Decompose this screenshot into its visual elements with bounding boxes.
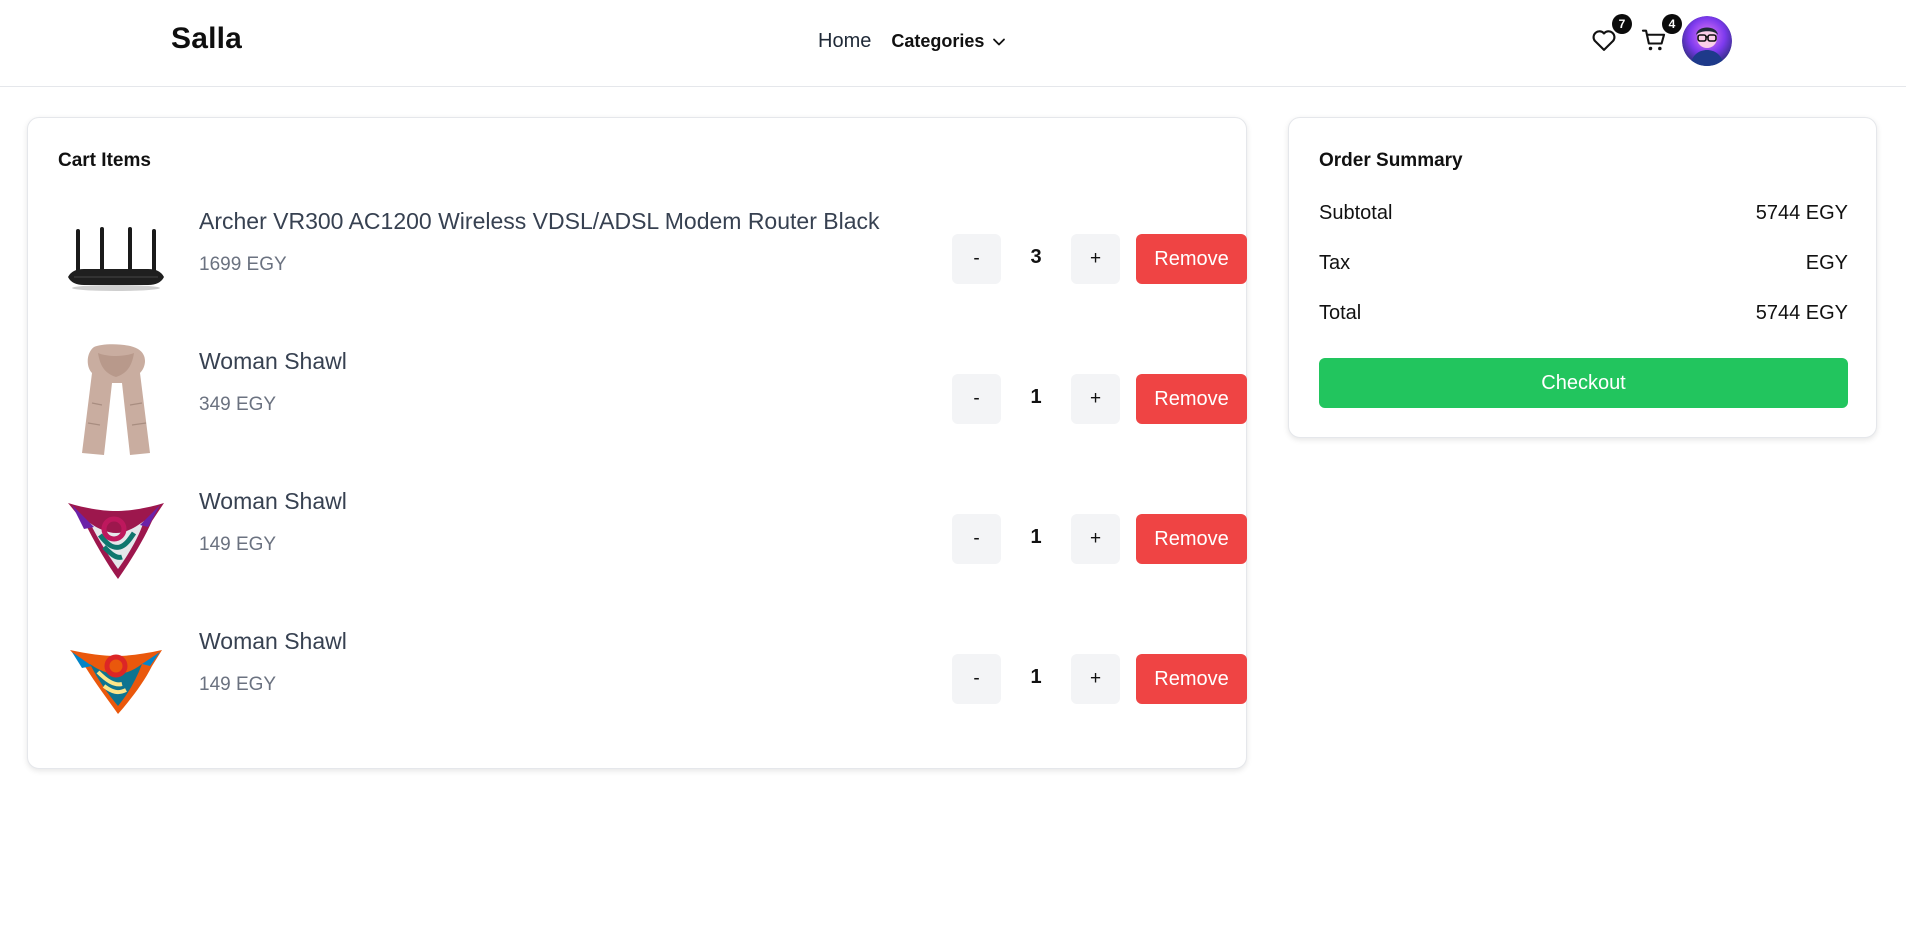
cart-item-name[interactable]: Woman Shawl [199,488,347,515]
tax-value: EGY [1805,252,1848,274]
increase-quantity-button[interactable]: + [1071,514,1120,564]
cart-item-row: Archer VR300 AC1200 Wireless VDSL/ADSL M… [58,200,1247,320]
cart-item-row: Woman Shawl 149 EGY - 1 + Remove [58,620,1247,740]
user-avatar[interactable] [1682,16,1732,66]
cart-button[interactable]: 4 [1640,14,1682,58]
increase-quantity-button[interactable]: + [1071,374,1120,424]
total-label: Total [1319,302,1362,324]
subtotal-value: 5744 EGY [1755,202,1848,224]
remove-item-button[interactable]: Remove [1136,514,1247,564]
cart-item-price: 149 EGY [199,534,277,555]
order-summary-card: Order Summary Subtotal 5744 EGY Tax EGY … [1288,117,1877,438]
remove-item-button[interactable]: Remove [1136,654,1247,704]
cart-item-name[interactable]: Woman Shawl [199,348,347,375]
brand-logo[interactable]: Salla [171,22,242,56]
subtotal-line: Subtotal 5744 EGY [1319,202,1848,225]
cart-item-name[interactable]: Archer VR300 AC1200 Wireless VDSL/ADSL M… [199,208,880,235]
nav-home-link[interactable]: Home [818,30,871,53]
cart-items-card: Cart Items Archer VR300 AC1200 Wireless … [27,117,1247,769]
tax-label: Tax [1319,252,1351,274]
total-value: 5744 EGY [1755,302,1848,324]
cart-item-name[interactable]: Woman Shawl [199,628,347,655]
quantity-value: 1 [1030,526,1042,548]
total-line: Total 5744 EGY [1319,302,1848,325]
nav-categories-dropdown[interactable]: Categories [891,31,1006,52]
cart-item-row: Woman Shawl 149 EGY - 1 + Remove [58,480,1247,600]
nav-categories-label: Categories [891,31,985,51]
orange-scarf-image [58,620,174,740]
quantity-value: 1 [1030,386,1042,408]
main-nav: Home Categories [818,30,1006,53]
cart-icon [1640,29,1668,58]
tax-line: Tax EGY [1319,252,1848,275]
checkout-button[interactable]: Checkout [1319,358,1848,408]
wishlist-button[interactable]: 7 [1590,14,1632,58]
order-summary-title: Order Summary [1319,150,1463,171]
top-navbar: Salla Home Categories 7 4 [0,0,1906,87]
cart-item-price: 149 EGY [199,674,277,695]
cart-item-price: 1699 EGY [199,254,287,275]
decrease-quantity-button[interactable]: - [952,654,1001,704]
decrease-quantity-button[interactable]: - [952,514,1001,564]
cart-items-title: Cart Items [58,150,151,171]
quantity-value: 1 [1030,666,1042,688]
chevron-down-icon [992,35,1006,49]
increase-quantity-button[interactable]: + [1071,234,1120,284]
remove-item-button[interactable]: Remove [1136,234,1247,284]
wishlist-count-badge: 7 [1612,14,1632,34]
beige-shawl-image [58,340,174,460]
heart-icon [1590,30,1618,58]
cart-count-badge: 4 [1662,14,1682,34]
subtotal-label: Subtotal [1319,202,1393,224]
router-image [58,200,174,320]
decrease-quantity-button[interactable]: - [952,374,1001,424]
cart-item-price: 349 EGY [199,394,277,415]
increase-quantity-button[interactable]: + [1071,654,1120,704]
pink-scarf-image [58,480,174,600]
cart-item-row: Woman Shawl 349 EGY - 1 + Remove [58,340,1247,460]
quantity-value: 3 [1030,246,1042,268]
remove-item-button[interactable]: Remove [1136,374,1247,424]
decrease-quantity-button[interactable]: - [952,234,1001,284]
